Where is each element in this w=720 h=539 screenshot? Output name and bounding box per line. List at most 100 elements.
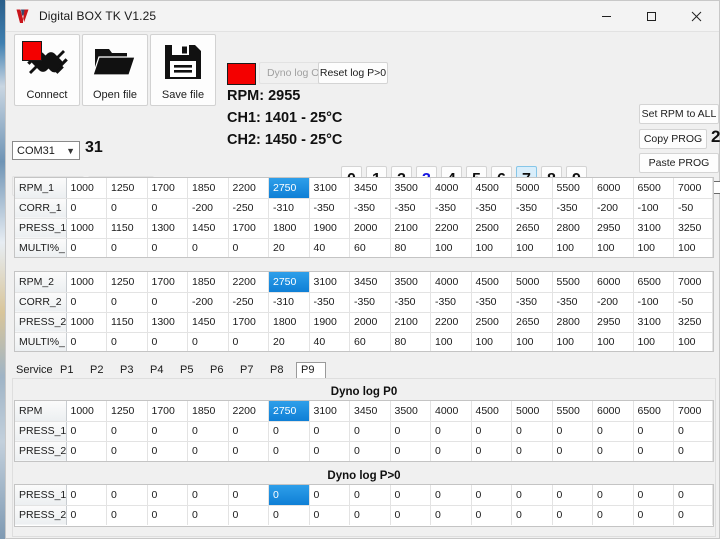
grid-dyno-p0-cell[interactable]: 0 xyxy=(471,421,512,442)
grid-rpm1-cell[interactable]: 80 xyxy=(390,238,431,257)
copy-prog-button[interactable]: Copy PROG xyxy=(639,129,707,149)
grid-rpm2-cell[interactable]: 0 xyxy=(66,332,107,351)
grid-rpm2[interactable]: RPM_2 1000 1250 1700 1850 2200 2750 3100 3450 350… xyxy=(15,272,713,351)
grid-dyno-pgt0-cell[interactable]: 0 xyxy=(673,505,713,525)
service-tab-p6[interactable]: P6 xyxy=(206,362,236,379)
grid-dyno-p0-cell[interactable]: 2750 xyxy=(268,401,310,422)
service-tab-p1[interactable]: P1 xyxy=(56,362,86,379)
grid-rpm2-cell[interactable]: 1150 xyxy=(106,312,148,333)
grid-rpm2-cell[interactable]: 7000 xyxy=(673,272,713,293)
service-tab-p3[interactable]: P3 xyxy=(116,362,146,379)
grid-rpm1-cell[interactable]: 1700 xyxy=(147,178,188,199)
grid-rpm1-cell[interactable]: 2200 xyxy=(228,178,269,199)
grid-rpm1-cell[interactable]: 2000 xyxy=(349,218,391,239)
grid-dyno-pgt0-cell[interactable]: 0 xyxy=(633,485,674,506)
grid-rpm1-cell[interactable]: 1000 xyxy=(66,218,107,239)
grid-dyno-p0-cell[interactable]: 0 xyxy=(349,421,391,442)
grid-rpm1-cell[interactable]: 5000 xyxy=(511,178,553,199)
grid-dyno-p0[interactable]: RPM 1000 1250 1700 1850 2200 2750 3100 3450 3500 4… xyxy=(15,401,713,461)
grid-rpm2-cell[interactable]: -350 xyxy=(552,292,593,313)
grid-rpm1-cell[interactable]: 3100 xyxy=(633,218,674,239)
grid-rpm2-cell[interactable]: -50 xyxy=(673,292,713,313)
grid-rpm1-cell[interactable]: 1000 xyxy=(66,178,107,199)
grid-rpm2-cell[interactable]: 2100 xyxy=(390,312,431,333)
grid-rpm1-cell[interactable]: -200 xyxy=(592,198,634,219)
grid-rpm2-cell[interactable]: 100 xyxy=(511,332,553,351)
grid-rpm2-cell[interactable]: 2200 xyxy=(228,272,269,293)
grid-rpm2-cell[interactable]: 5500 xyxy=(552,272,593,293)
grid-rpm2-cell[interactable]: 2200 xyxy=(430,312,472,333)
grid-rpm2-cell[interactable]: 1000 xyxy=(66,312,107,333)
grid-rpm1-cell[interactable]: 4500 xyxy=(471,178,512,199)
grid-dyno-p0-cell[interactable]: 2200 xyxy=(228,401,269,422)
grid-rpm2-cell[interactable]: 0 xyxy=(106,292,148,313)
grid-dyno-p0-cell[interactable]: 4500 xyxy=(471,401,512,422)
grid-dyno-p0-cell[interactable]: 0 xyxy=(66,441,107,461)
grid-rpm1[interactable]: RPM_1 1000 1250 1700 1850 2200 2750 3100 3450 350… xyxy=(15,178,713,257)
grid-dyno-pgt0-cell[interactable]: 0 xyxy=(309,505,350,525)
grid-dyno-pgt0-cell[interactable]: 0 xyxy=(268,505,310,525)
grid-rpm1-cell[interactable]: 40 xyxy=(309,238,350,257)
grid-rpm2-cell[interactable]: 1800 xyxy=(268,312,310,333)
grid-dyno-p0-cell[interactable]: 0 xyxy=(106,441,148,461)
grid-dyno-p0-cell[interactable]: 0 xyxy=(430,441,472,461)
grid-rpm2-cell[interactable]: 2800 xyxy=(552,312,593,333)
close-icon[interactable] xyxy=(674,1,719,31)
grid-dyno-p0-cell[interactable]: 0 xyxy=(511,441,553,461)
grid-dyno-pgt0-cell[interactable]: 0 xyxy=(106,505,148,525)
grid-rpm2-cell[interactable]: 1450 xyxy=(187,312,229,333)
grid-rpm1-cell[interactable]: 0 xyxy=(187,238,229,257)
grid-dyno-pgt0-cell[interactable]: 0 xyxy=(633,505,674,525)
grid-rpm1-cell[interactable]: -350 xyxy=(511,198,553,219)
connect-button[interactable]: Connect xyxy=(14,34,80,106)
grid-dyno-pgt0-cell[interactable]: 0 xyxy=(592,485,634,506)
grid-rpm1-cell[interactable]: 0 xyxy=(147,238,188,257)
grid-dyno-p0-cell[interactable]: 0 xyxy=(511,421,553,442)
grid-rpm1-cell[interactable]: 100 xyxy=(633,238,674,257)
grid-dyno-p0-cell[interactable]: 1000 xyxy=(66,401,107,422)
service-tab-p7[interactable]: P7 xyxy=(236,362,266,379)
grid-rpm2-cell[interactable]: 1250 xyxy=(106,272,148,293)
grid-dyno-pgt0-cell[interactable]: 0 xyxy=(268,485,310,506)
grid-rpm1-cell[interactable]: 2200 xyxy=(430,218,472,239)
grid-rpm1-cell[interactable]: 6000 xyxy=(592,178,634,199)
grid-rpm2-cell[interactable]: 1850 xyxy=(187,272,229,293)
grid-rpm1-cell[interactable]: 2950 xyxy=(592,218,634,239)
grid-rpm2-cell[interactable]: 4000 xyxy=(430,272,472,293)
grid-dyno-pgt0-cell[interactable]: 0 xyxy=(390,505,431,525)
grid-rpm2-cell[interactable]: 3100 xyxy=(633,312,674,333)
grid-rpm2-cell[interactable]: 1900 xyxy=(309,312,350,333)
grid-dyno-p0-cell[interactable]: 1850 xyxy=(187,401,229,422)
service-tab-p8[interactable]: P8 xyxy=(266,362,296,379)
grid-rpm1-cell[interactable]: 0 xyxy=(106,238,148,257)
grid-rpm2-cell[interactable]: 20 xyxy=(268,332,310,351)
grid-rpm2-cell[interactable]: 3100 xyxy=(309,272,350,293)
grid-rpm2-cell[interactable]: -350 xyxy=(471,292,512,313)
grid-rpm2-cell[interactable]: 2650 xyxy=(511,312,553,333)
grid-dyno-p0-cell[interactable]: 0 xyxy=(592,441,634,461)
reset-log-button[interactable]: Reset log P>0 xyxy=(318,62,388,84)
grid-dyno-p0-cell[interactable]: 1700 xyxy=(147,401,188,422)
grid-rpm1-cell[interactable]: 1150 xyxy=(106,218,148,239)
grid-rpm2-cell[interactable]: -310 xyxy=(268,292,310,313)
grid-dyno-p0-cell[interactable]: 0 xyxy=(673,441,713,461)
grid-rpm2-cell[interactable]: 40 xyxy=(309,332,350,351)
grid-rpm2-cell[interactable]: -350 xyxy=(309,292,350,313)
grid-dyno-p0-cell[interactable]: 0 xyxy=(390,421,431,442)
grid-dyno-pgt0-cell[interactable]: 0 xyxy=(228,505,269,525)
grid-dyno-p0-cell[interactable]: 0 xyxy=(66,421,107,442)
grid-rpm1-cell[interactable]: 5500 xyxy=(552,178,593,199)
grid-dyno-pgt0-cell[interactable]: 0 xyxy=(147,485,188,506)
maximize-icon[interactable] xyxy=(629,1,674,31)
grid-rpm1-cell[interactable]: -200 xyxy=(187,198,229,219)
grid-dyno-p0-cell[interactable]: 3450 xyxy=(349,401,391,422)
grid-rpm2-cell[interactable]: 1700 xyxy=(147,272,188,293)
grid-rpm1-cell[interactable]: 0 xyxy=(228,238,269,257)
set-rpm-to-all-button[interactable]: Set RPM to ALL xyxy=(639,104,719,124)
grid-dyno-pgt0-cell[interactable]: 0 xyxy=(471,485,512,506)
grid-rpm2-cell[interactable]: 1300 xyxy=(147,312,188,333)
grid-rpm1-cell[interactable]: -350 xyxy=(309,198,350,219)
grid-rpm2-cell[interactable]: 0 xyxy=(147,292,188,313)
grid-dyno-p0-cell[interactable]: 0 xyxy=(147,421,188,442)
grid-dyno-p0-cell[interactable]: 6000 xyxy=(592,401,634,422)
